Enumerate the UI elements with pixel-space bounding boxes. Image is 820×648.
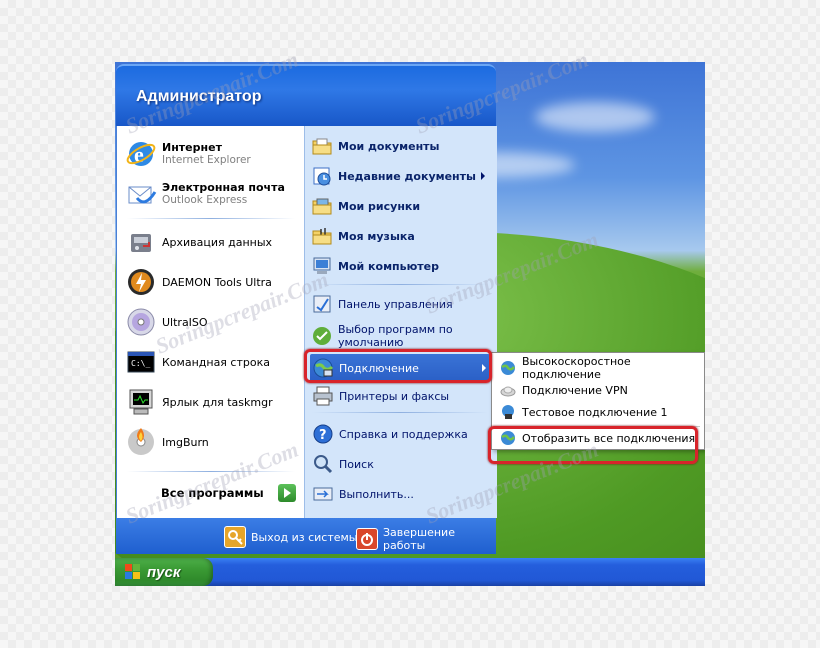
pinned-subtitle: Outlook Express xyxy=(162,194,248,206)
green-arrow-icon xyxy=(277,484,296,502)
command-prompt-icon: C:\_ xyxy=(125,346,157,378)
control-panel-icon xyxy=(311,293,333,315)
folder-music-icon xyxy=(311,225,333,247)
svg-text:?: ? xyxy=(319,428,327,443)
recent-item-daemon-tools[interactable]: DAEMON Tools Ultra xyxy=(125,266,272,298)
recent-item-command-prompt[interactable]: C:\_ Командная строка xyxy=(125,346,270,378)
right-item-run[interactable]: Выполнить... xyxy=(312,482,414,506)
logoff-label: Выход из системы xyxy=(251,530,358,544)
vpn-icon xyxy=(500,382,516,398)
cloud xyxy=(535,102,655,132)
annotation-box-connect xyxy=(304,349,492,383)
right-item-my-computer[interactable]: Мой компьютер xyxy=(311,254,439,278)
pinned-outlook-express[interactable]: Электронная почта Outlook Express xyxy=(125,178,285,210)
right-item-label: Выбор программ по xyxy=(338,323,453,336)
start-menu-footer: Выход из системы Завершение работы xyxy=(116,518,496,554)
annotation-box-show-all xyxy=(488,426,698,464)
recent-documents-icon xyxy=(311,165,333,187)
imgburn-icon xyxy=(125,426,157,458)
right-item-my-documents[interactable]: Мои документы xyxy=(311,134,440,158)
right-item-default-programs[interactable]: Выбор программ по умолчанию xyxy=(311,320,453,352)
daemon-tools-icon xyxy=(125,266,157,298)
separator xyxy=(127,471,295,472)
run-icon xyxy=(312,483,334,505)
pinned-subtitle: Internet Explorer xyxy=(162,154,251,166)
windows-flag-icon xyxy=(125,564,141,580)
recent-item-taskmgr[interactable]: Ярлык для taskmgr xyxy=(125,386,273,418)
pinned-internet-explorer[interactable]: e Интернет Internet Explorer xyxy=(125,138,251,170)
ultraiso-icon xyxy=(125,306,157,338)
pinned-title: Электронная почта xyxy=(162,181,285,194)
recent-item-label: DAEMON Tools Ultra xyxy=(162,275,272,289)
right-item-label: Моя музыка xyxy=(338,229,415,243)
start-menu: Администратор e Интернет Internet Explore… xyxy=(116,64,497,554)
recent-item-label: ImgBurn xyxy=(162,435,209,449)
right-item-help[interactable]: ? Справка и поддержка xyxy=(312,422,468,446)
right-item-label: Выполнить... xyxy=(339,487,414,501)
folder-documents-icon xyxy=(311,135,333,157)
right-item-printers[interactable]: Принтеры и факсы xyxy=(312,384,449,408)
recent-item-label: Командная строка xyxy=(162,355,270,369)
recent-item-label: Архивация данных xyxy=(162,235,273,249)
right-item-label: Поиск xyxy=(339,457,374,471)
right-item-search[interactable]: Поиск xyxy=(312,452,374,476)
right-item-label: Мои рисунки xyxy=(338,199,421,213)
separator xyxy=(127,218,295,219)
printer-icon xyxy=(312,385,334,407)
search-icon xyxy=(312,453,334,475)
right-item-label: Мой компьютер xyxy=(338,259,440,273)
submenu-arrow-icon xyxy=(481,172,485,180)
submenu-item-label: Тестовое подключение 1 xyxy=(522,405,668,419)
right-item-label: Принтеры и факсы xyxy=(339,389,450,403)
pinned-title: Интернет xyxy=(162,141,222,154)
svg-text:C:\_: C:\_ xyxy=(131,359,150,368)
shutdown-button[interactable]: Завершение работы xyxy=(356,526,496,552)
all-programs-label: Все программы xyxy=(161,486,264,500)
dialup-icon xyxy=(500,404,516,420)
right-item-my-music[interactable]: Моя музыка xyxy=(311,224,415,248)
submenu-item-highspeed[interactable]: Высокоскоростное подключение xyxy=(492,355,704,381)
backup-icon xyxy=(125,226,157,258)
submenu-item-test-connection[interactable]: Тестовое подключение 1 xyxy=(492,401,667,423)
my-computer-icon xyxy=(311,255,333,277)
help-icon: ? xyxy=(312,423,334,445)
recent-item-backup[interactable]: Архивация данных xyxy=(125,226,272,258)
right-item-control-panel[interactable]: Панель управления xyxy=(311,292,453,316)
recent-item-ultraiso[interactable]: UltraISO xyxy=(125,306,208,338)
recent-item-label: Ярлык для taskmgr xyxy=(162,395,273,409)
right-item-label: Панель управления xyxy=(338,297,453,311)
task-manager-icon xyxy=(125,386,157,418)
start-menu-header: Администратор xyxy=(116,64,496,126)
start-menu-left-column: e Интернет Internet Explorer Электронная … xyxy=(116,126,305,518)
start-button[interactable]: пуск xyxy=(115,558,213,586)
internet-explorer-icon: e xyxy=(125,138,157,170)
right-item-label: Справка и поддержка xyxy=(339,427,468,441)
right-item-label: умолчанию xyxy=(338,336,404,349)
user-name: Администратор xyxy=(136,88,262,105)
folder-pictures-icon xyxy=(311,195,333,217)
recent-item-imgburn[interactable]: ImgBurn xyxy=(125,426,209,458)
desktop-screen: Администратор e Интернет Internet Explore… xyxy=(115,62,705,586)
start-label: пуск xyxy=(147,563,181,581)
right-item-my-pictures[interactable]: Мои рисунки xyxy=(311,194,420,218)
right-item-label: Мои документы xyxy=(338,139,440,153)
submenu-item-label: Высокоскоростное подключение xyxy=(522,355,631,381)
recent-item-label: UltraISO xyxy=(162,315,208,329)
right-item-recent-documents[interactable]: Недавние документы xyxy=(311,164,485,188)
separator xyxy=(312,412,488,413)
globe-network-icon xyxy=(500,360,516,376)
key-icon xyxy=(224,526,246,548)
separator xyxy=(313,284,489,285)
outlook-express-icon xyxy=(125,178,157,210)
logoff-button[interactable]: Выход из системы xyxy=(224,526,357,548)
submenu-item-vpn[interactable]: Подключение VPN xyxy=(492,379,628,401)
all-programs-button[interactable]: Все программы xyxy=(161,484,296,502)
power-icon xyxy=(356,528,378,550)
default-programs-icon xyxy=(311,325,333,347)
submenu-item-label: Подключение VPN xyxy=(522,383,628,397)
right-item-label: Недавние документы xyxy=(338,169,476,183)
shutdown-label: Завершение работы xyxy=(383,526,455,552)
